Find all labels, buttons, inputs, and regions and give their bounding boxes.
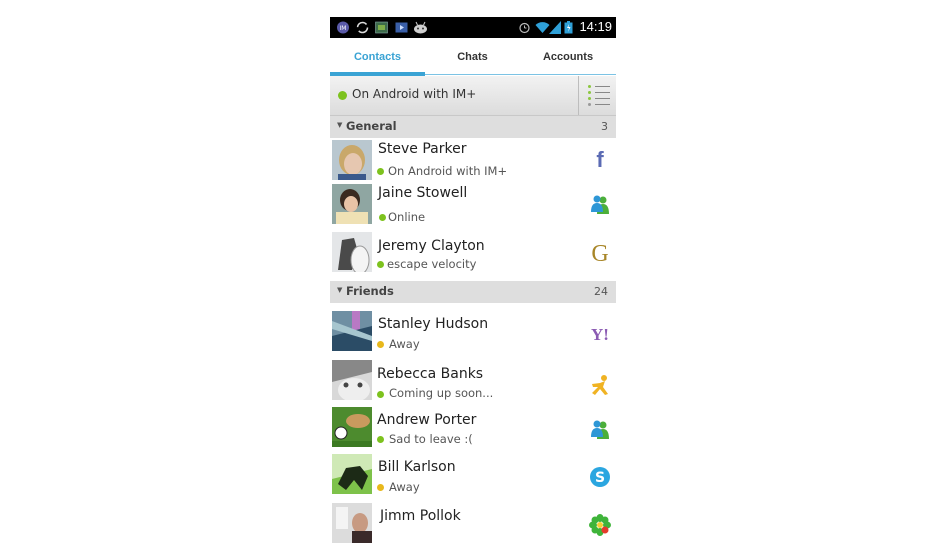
presence-online-icon (377, 391, 384, 398)
android-icon (414, 21, 427, 34)
skype-icon: S (588, 465, 612, 489)
tab-accounts[interactable]: Accounts (520, 38, 616, 76)
clock: 14:19 (579, 19, 612, 34)
presence-online-icon (377, 261, 384, 268)
battery-icon (564, 21, 573, 34)
image-icon (375, 21, 388, 34)
msn-icon (588, 417, 612, 441)
presence-online-icon (379, 214, 386, 221)
presence-away-icon (377, 484, 384, 491)
my-status-selector[interactable]: On Android with IM+ (330, 76, 616, 116)
contact-name: Jaine Stowell (378, 185, 468, 201)
tab-contacts[interactable]: Contacts (330, 38, 425, 76)
signal-icon (549, 21, 561, 34)
contact-status: Online (388, 210, 426, 224)
contact-item[interactable]: Jaine Stowell Online (330, 182, 616, 228)
contact-status: On Android with IM+ (388, 164, 508, 178)
group-name: General (346, 119, 397, 133)
collapse-arrow-icon: ▼ (337, 121, 343, 129)
gtalk-icon: G (591, 240, 609, 267)
avatar (332, 232, 372, 272)
wifi-icon (535, 22, 550, 33)
group-count: 24 (594, 285, 608, 298)
sync-icon (356, 21, 369, 34)
avatar (332, 311, 372, 351)
contact-item[interactable]: Andrew Porter Sad to leave :( (330, 405, 616, 451)
contact-name: Steve Parker (378, 141, 467, 157)
contact-item[interactable]: Rebecca Banks Coming up soon... (330, 359, 616, 405)
my-status-text: On Android with IM+ (352, 87, 477, 101)
avatar (332, 360, 372, 400)
contact-item[interactable]: Steve Parker On Android with IM+ f (330, 138, 616, 184)
group-header-general[interactable]: ▼ General 3 (330, 116, 616, 138)
contact-status: Away (389, 480, 420, 494)
im-plus-icon: IM (337, 21, 349, 34)
contact-status: Sad to leave :( (389, 432, 473, 446)
status-bar: IM 14:19 (330, 17, 616, 38)
list-view-toggle-button[interactable] (578, 76, 616, 115)
contact-name: Rebecca Banks (377, 366, 484, 382)
alarm-icon (519, 22, 530, 34)
avatar (332, 503, 372, 543)
contact-name: Bill Karlson (378, 459, 456, 475)
icq-icon (588, 513, 612, 537)
avatar (332, 184, 372, 224)
avatar (332, 454, 372, 494)
presence-online-icon (338, 91, 347, 100)
presence-away-icon (377, 341, 384, 348)
avatar (332, 140, 372, 180)
avatar (332, 407, 372, 447)
group-name: Friends (346, 284, 394, 298)
phone-screen: IM 14:19 Contacts Chats Accounts On Andr… (330, 17, 616, 550)
msn-icon (588, 192, 612, 216)
contact-item[interactable]: Jeremy Clayton escape velocity G (330, 230, 616, 276)
facebook-icon: f (596, 147, 604, 172)
aim-icon (588, 373, 612, 397)
tab-bar: Contacts Chats Accounts (330, 38, 616, 76)
contact-name: Stanley Hudson (378, 316, 489, 332)
collapse-arrow-icon: ▼ (337, 286, 343, 294)
svg-text:IM: IM (340, 25, 347, 32)
contact-item[interactable]: Bill Karlson Away S (330, 452, 616, 498)
contact-status: escape velocity (387, 257, 477, 271)
presence-online-icon (377, 168, 384, 175)
contact-name: Jeremy Clayton (378, 238, 485, 254)
contact-item[interactable]: Stanley Hudson Away Y! (330, 309, 616, 355)
video-icon (395, 22, 408, 33)
contact-name: Jimm Pollok (380, 508, 461, 524)
svg-text:S: S (595, 470, 605, 486)
group-header-friends[interactable]: ▼ Friends 24 (330, 281, 616, 303)
tab-chats[interactable]: Chats (425, 38, 520, 76)
contact-item[interactable]: Jimm Pollok (330, 500, 616, 546)
yahoo-icon: Y! (591, 325, 609, 344)
presence-online-icon (377, 436, 384, 443)
contact-status: Away (389, 337, 420, 351)
contact-name: Andrew Porter (377, 412, 477, 428)
contact-status: Coming up soon... (389, 386, 494, 400)
group-count: 3 (601, 120, 608, 133)
